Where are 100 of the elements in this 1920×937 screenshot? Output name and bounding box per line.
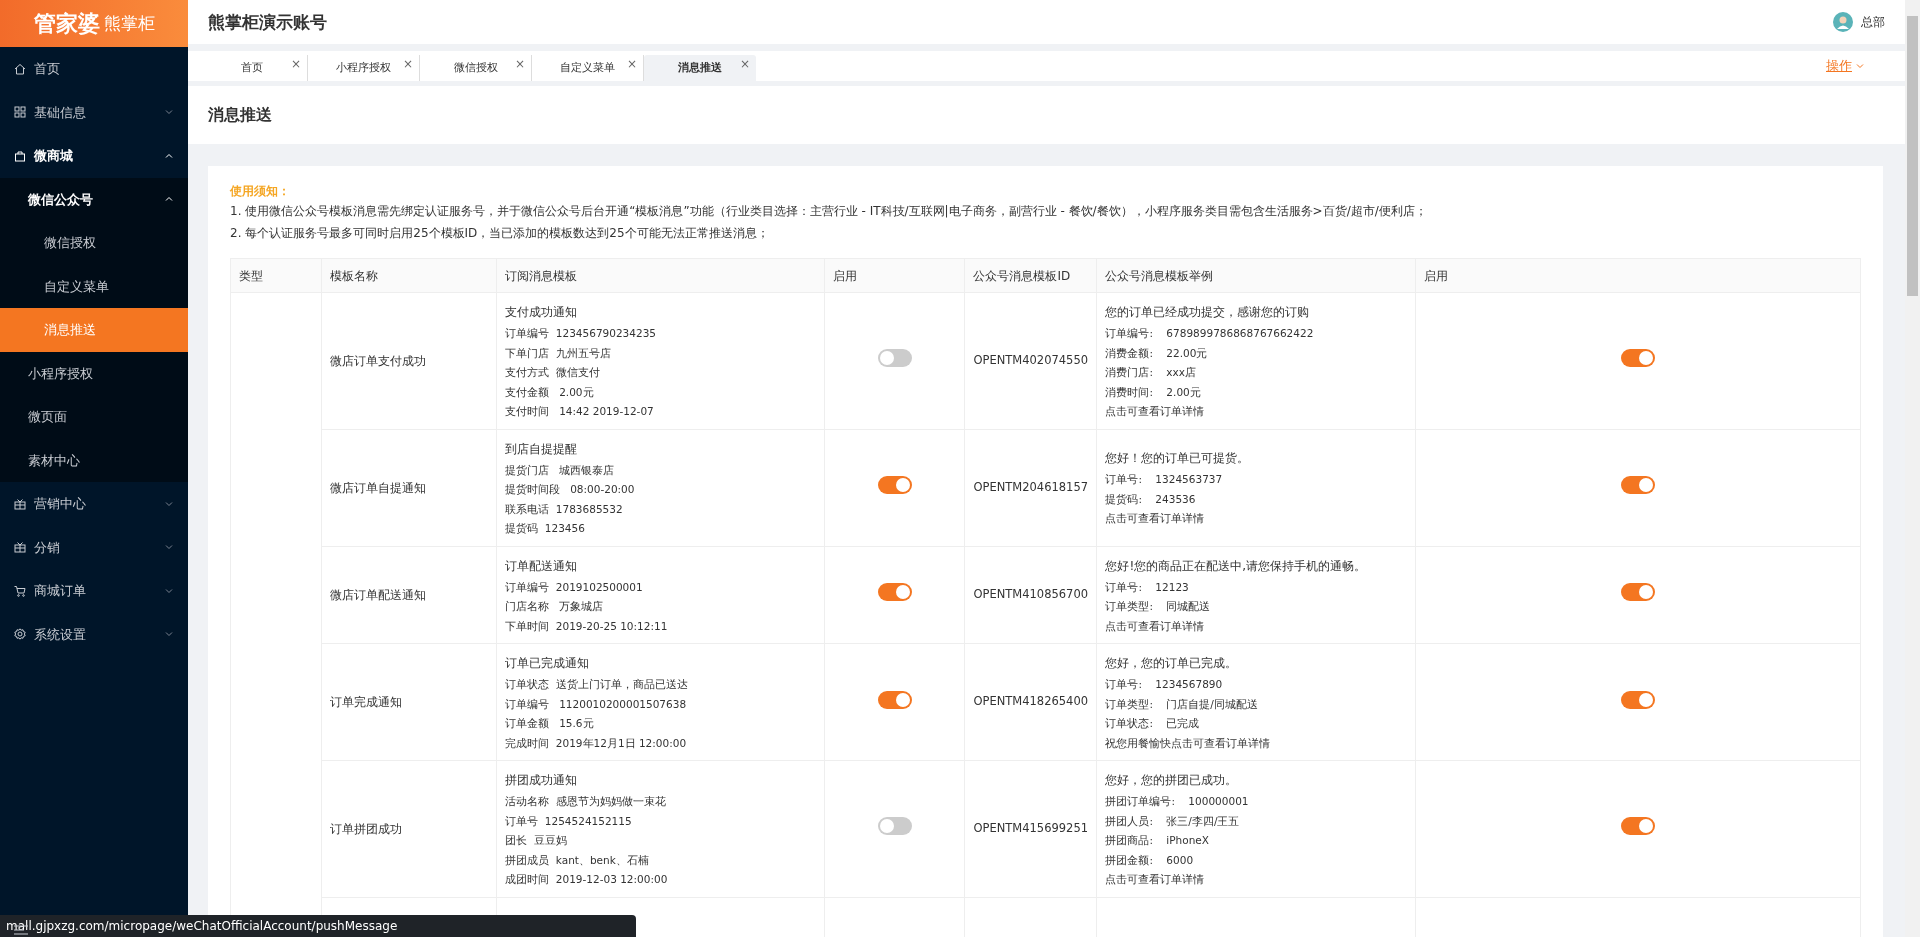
template-line: 订单编号: 6789899786868767662422 [1105,326,1315,341]
template-line: 拼团人员: 张三/李四/王五 [1105,813,1241,829]
toggle-switch[interactable] [877,690,912,709]
status-bar: mall.gjpxzg.com/micropage/weChatOfficialAccount/pushMessage [0,915,636,937]
column-header: 订阅消息模板 [496,258,825,293]
template-line: 下单门店 九州五号店 [505,345,612,361]
close-icon[interactable]: × [402,55,413,73]
menu-icon [14,925,28,935]
template-line: 提货门店 城西银泰店 [505,462,616,478]
toggle-switch[interactable] [1620,583,1655,602]
template-line: 订单号: 12123 [1105,579,1190,595]
notice-text: 1. 使用微信公众号模板消息需先绑定认证服务号，并于微信公众号后台开通“模板消息”功能（行业类目选择：主营行业 - IT科技/互联网|电子商务，副营行业 - 餐饮/餐饮），小程序服务类目需包含生活服务>百货/超市/便利店； [230,203,1428,220]
close-icon[interactable]: × [514,55,525,73]
table-cell: OPENTM204618157 [964,429,1097,546]
template-line: 点击可查看订单详情 [1105,404,1206,419]
gift-icon [14,541,26,554]
template-title: 支付成功通知 [505,304,579,321]
template-line: 订单号: 1234567890 [1105,677,1224,692]
page-title: 消息推送 [208,105,272,125]
page-tab[interactable]: 消息推送 × [644,55,756,81]
template-title: 您的订单已经成功提交，感谢您的订购 [1105,304,1311,321]
avatar-icon [1833,12,1853,32]
template-line: 拼团成员 kant、benk、石楠 [505,852,650,868]
template-line: 订单编号 1120010200001507638 [505,696,688,712]
sidebar-item[interactable]: 首页 [0,47,188,91]
template-line: 拼团商品: iPhoneX [1105,833,1210,848]
table-cell: 订单拼团成功 [321,760,497,897]
column-header: 模板名称 [321,258,497,293]
sidebar-item[interactable]: 微信公众号 [0,177,188,221]
toggle-switch[interactable] [1620,817,1655,836]
template-line: 订单状态 送货上门订单，商品已送达 [505,677,689,692]
template-line: 订单号: 1324563737 [1105,472,1224,488]
column-header: 公众号消息模板举例 [1097,258,1416,293]
logo-text: 管家婆 [33,10,100,38]
page-tab[interactable]: 微信授权 × [420,55,532,81]
toggle-switch[interactable] [1620,349,1655,368]
sidebar-item[interactable]: 基础信息 [0,90,188,134]
sidebar-item[interactable]: 素材中心 [0,438,188,482]
template-line: 门店名称 万象城店 [505,599,605,614]
template-line: 消费金额: 22.00元 [1105,345,1209,361]
close-icon[interactable]: × [290,55,301,73]
page-tab[interactable]: 小程序授权 × [308,55,420,81]
toggle-switch[interactable] [877,476,912,494]
toggle-switch[interactable] [877,349,912,368]
toggle-switch[interactable] [877,583,912,602]
gift-icon [14,497,26,510]
sidebar-item[interactable]: 微信授权 [0,221,188,265]
toggle-switch[interactable] [1620,690,1655,709]
close-icon[interactable]: × [739,55,750,73]
sidebar-item[interactable]: 微商城 [0,134,188,178]
sidebar-item[interactable]: 营销中心 [0,482,188,526]
template-title: 拼团成功通知 [505,772,579,789]
table-cell: OPENTM415699251 [964,760,1097,897]
table-cell: 微店订单支付成功 [321,292,497,429]
table-cell: OPENTM418265400 [964,643,1097,761]
logo-text: 熊掌柜 [103,11,155,35]
account-title: 熊掌柜演示账号 [208,11,328,33]
notice-text: 2. 每个认证服务号最多可同时启用25个模板ID，当已添加的模板数达到25个可能无法正常推送消息； [230,225,770,242]
table-cell: 订单完成通知 [321,643,497,761]
sidebar-item[interactable]: 自定义菜单 [0,264,188,308]
toggle-switch[interactable] [877,817,912,836]
notice-title: 使用须知： [230,183,291,200]
table-cell: OPENTM402074550 [964,292,1097,429]
template-line: 支付金额 2.00元 [505,384,595,400]
template-line: 拼团订单编号: 100000001 [1105,794,1250,809]
sidebar-item[interactable]: 微页面 [0,395,188,439]
grid-icon [14,106,26,119]
cart-icon [14,584,26,597]
template-line: 点击可查看订单详情 [1105,872,1206,887]
user-name[interactable]: 总部 [1861,13,1885,31]
template-line: 点击可查看订单详情 [1105,618,1206,634]
template-line: 拼团金额: 6000 [1105,852,1195,868]
table-cell: 微店订单自提通知 [321,429,497,546]
close-icon[interactable]: × [626,55,637,73]
template-line: 订单号 1254524152115 [505,813,633,829]
column-header: 启用 [824,258,965,293]
template-line: 完成时间 2019年12月1日 12:00:00 [505,735,688,751]
template-line: 订单状态: 已完成 [1105,716,1201,731]
template-line: 支付时间 14:42 2019-12-07 [505,404,655,419]
sidebar-item[interactable]: 系统设置 [0,612,188,656]
template-line: 成团时间 2019-12-03 12:00:00 [505,872,669,887]
page-tab[interactable]: 首页 × [196,55,308,81]
home-icon [14,62,26,75]
template-title: 您好！您的订单已可提货。 [1105,450,1251,468]
template-line: 点击可查看订单详情 [1105,511,1206,527]
template-title: 订单已完成通知 [505,655,591,672]
sidebar-item[interactable]: 小程序授权 [0,351,188,395]
sidebar-item[interactable]: 分销 [0,525,188,569]
sidebar-item[interactable]: 商城订单 [0,569,188,613]
template-title: 您好!您的商品正在配送中,请您保持手机的通畅。 [1105,557,1368,575]
template-line: 订单类型: 门店自提/同城配送 [1105,696,1259,712]
bag-icon [14,149,26,162]
template-line: 消费时间: 2.00元 [1105,384,1202,400]
column-header: 类型 [230,258,322,293]
table-cell: 微店订单配送通知 [321,546,497,644]
template-line: 支付方式 微信支付 [505,365,601,380]
template-line: 订单类型: 同城配送 [1105,599,1212,614]
scrollbar[interactable] [1905,0,1920,937]
template-line: 下单时间 2019-20-25 10:12:11 [505,618,669,634]
toggle-switch[interactable] [1620,476,1655,494]
